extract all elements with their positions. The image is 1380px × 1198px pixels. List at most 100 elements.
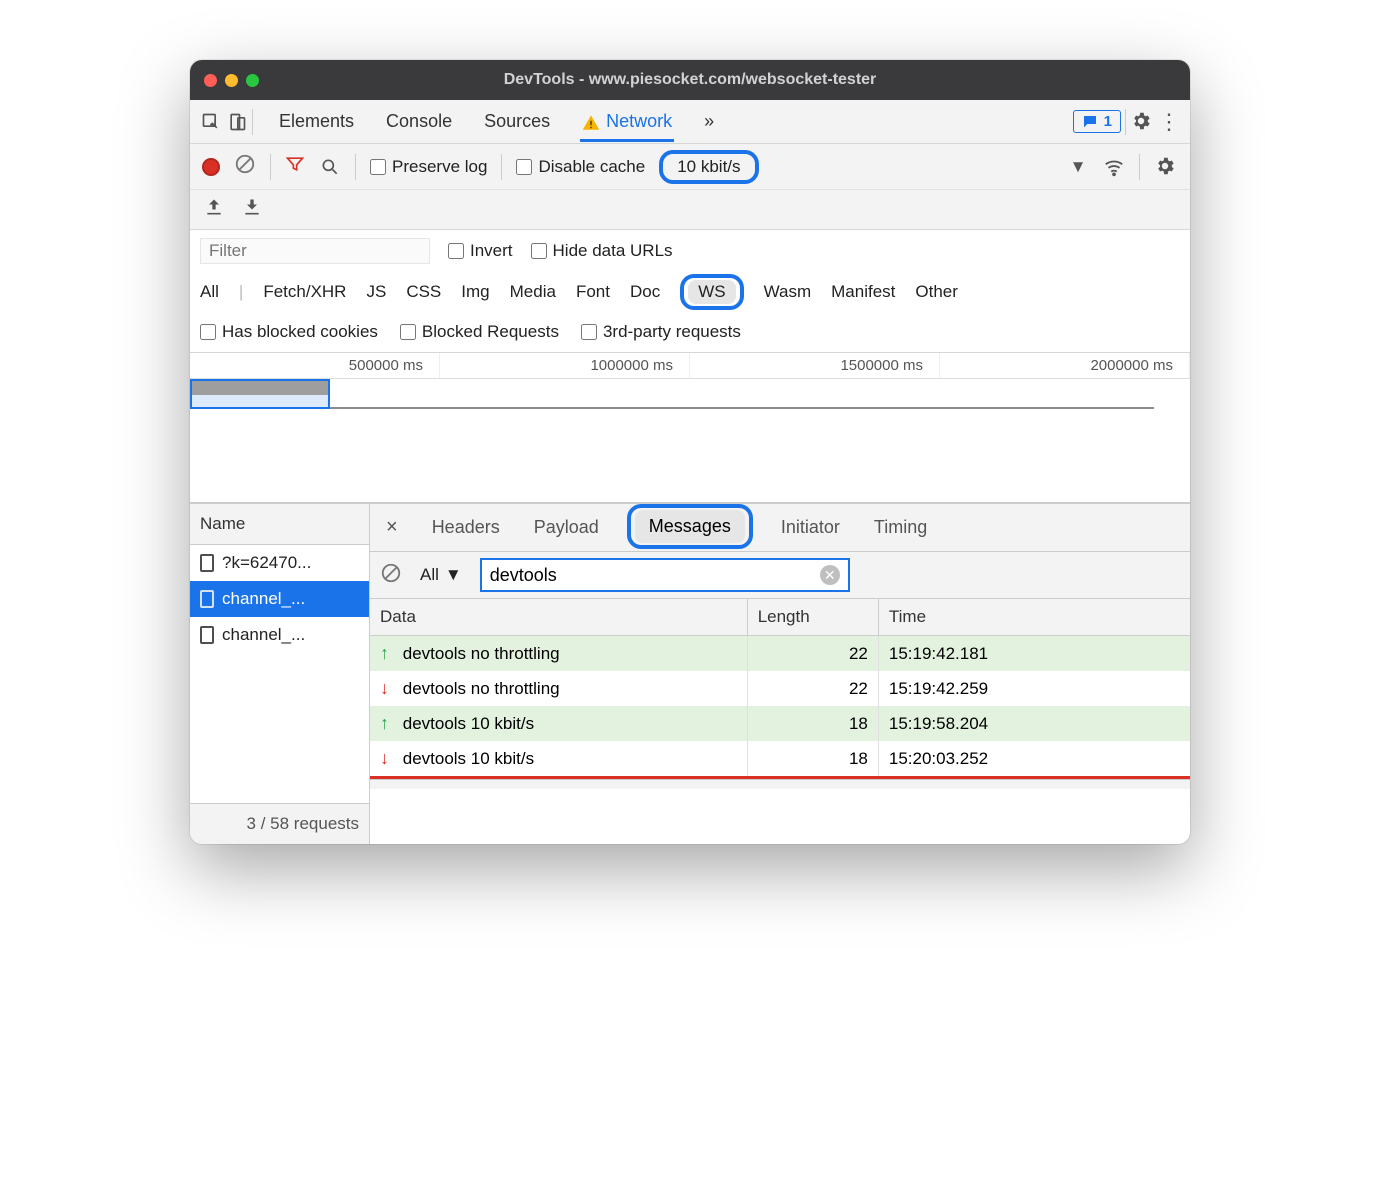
type-css[interactable]: CSS	[406, 282, 441, 302]
message-search-input[interactable]	[490, 565, 820, 586]
clear-messages-button[interactable]	[380, 562, 402, 589]
disable-cache-checkbox[interactable]: Disable cache	[516, 157, 645, 177]
third-party-label: 3rd-party requests	[603, 322, 741, 342]
blocked-cookies-label: Has blocked cookies	[222, 322, 378, 342]
clear-search-icon[interactable]: ✕	[820, 565, 840, 585]
separator	[1139, 154, 1140, 180]
more-tabs-button[interactable]: »	[702, 101, 716, 142]
close-detail-button[interactable]: ×	[380, 516, 404, 539]
import-har-icon[interactable]	[242, 197, 262, 222]
chevron-down-icon: ▼	[445, 565, 462, 585]
filter-toggle-icon[interactable]	[285, 154, 305, 179]
search-icon[interactable]	[319, 156, 341, 178]
type-font[interactable]: Font	[576, 282, 610, 302]
throttling-select[interactable]: 10 kbit/s	[659, 150, 758, 184]
tab-timing[interactable]: Timing	[868, 507, 933, 548]
request-name: channel_...	[222, 625, 305, 645]
request-count-status: 3 / 58 requests	[190, 803, 369, 844]
tab-sources[interactable]: Sources	[482, 101, 552, 142]
inspect-element-icon[interactable]	[200, 111, 222, 133]
request-row[interactable]: channel_...	[190, 617, 369, 653]
arrow-up-icon: ↑	[380, 643, 398, 664]
filter-bar: Invert Hide data URLs All | Fetch/XHR JS…	[190, 230, 1190, 353]
type-all[interactable]: All	[200, 282, 219, 302]
separator	[501, 154, 502, 180]
disable-cache-label: Disable cache	[538, 157, 645, 177]
blocked-requests-checkbox[interactable]: Blocked Requests	[400, 322, 559, 342]
separator	[355, 154, 356, 180]
tab-network-label: Network	[606, 111, 672, 132]
message-row[interactable]: ↑ devtools no throttling2215:19:42.181	[370, 636, 1190, 672]
preserve-log-label: Preserve log	[392, 157, 487, 177]
feedback-button[interactable]: 1	[1073, 110, 1121, 133]
network-split: Name ?k=62470... channel_... channel_...…	[190, 503, 1190, 844]
message-row[interactable]: ↓ devtools 10 kbit/s1815:20:03.252	[370, 741, 1190, 776]
type-wasm[interactable]: Wasm	[764, 282, 812, 302]
type-manifest[interactable]: Manifest	[831, 282, 895, 302]
message-data: devtools no throttling	[403, 644, 560, 663]
col-length[interactable]: Length	[747, 599, 878, 636]
preserve-log-checkbox[interactable]: Preserve log	[370, 157, 487, 177]
tab-headers[interactable]: Headers	[426, 507, 506, 548]
device-toolbar-icon[interactable]	[226, 111, 248, 133]
third-party-checkbox[interactable]: 3rd-party requests	[581, 322, 741, 342]
request-row[interactable]: ?k=62470...	[190, 545, 369, 581]
hide-data-urls-checkbox[interactable]: Hide data URLs	[531, 241, 673, 261]
settings-icon[interactable]	[1130, 110, 1154, 134]
timeline-overview[interactable]: 500000 ms 1000000 ms 1500000 ms 2000000 …	[190, 353, 1190, 503]
message-search[interactable]: ✕	[480, 558, 850, 592]
type-other[interactable]: Other	[915, 282, 958, 302]
detail-tabs: × Headers Payload Messages Initiator Tim…	[370, 504, 1190, 552]
panel-tabs: Elements Console Sources Network »	[277, 101, 716, 142]
tab-initiator[interactable]: Initiator	[775, 507, 846, 548]
message-time: 15:19:58.204	[878, 706, 1190, 741]
blocked-cookies-checkbox[interactable]: Has blocked cookies	[200, 322, 378, 342]
wifi-icon[interactable]	[1103, 156, 1125, 178]
messages-table: Data Length Time ↑ devtools no throttlin…	[370, 599, 1190, 776]
har-toolbar	[190, 190, 1190, 230]
hide-data-urls-label: Hide data URLs	[553, 241, 673, 261]
tab-network[interactable]: Network	[580, 101, 674, 142]
tab-messages-label: Messages	[635, 510, 745, 543]
tab-console[interactable]: Console	[384, 101, 454, 142]
message-time: 15:19:42.259	[878, 671, 1190, 706]
type-doc[interactable]: Doc	[630, 282, 660, 302]
message-type-select[interactable]: All ▼	[410, 565, 472, 585]
timeline-ticks: 500000 ms 1000000 ms 1500000 ms 2000000 …	[190, 353, 1190, 379]
request-row[interactable]: channel_...	[190, 581, 369, 617]
network-settings-icon[interactable]	[1154, 155, 1178, 179]
type-img[interactable]: Img	[461, 282, 489, 302]
network-toolbar: Preserve log Disable cache 10 kbit/s ▼	[190, 144, 1190, 190]
type-js[interactable]: JS	[366, 282, 386, 302]
message-type-label: All	[420, 565, 439, 585]
request-detail: × Headers Payload Messages Initiator Tim…	[370, 504, 1190, 844]
more-menu-icon[interactable]: ⋮	[1158, 111, 1180, 133]
message-data: devtools 10 kbit/s	[403, 714, 534, 733]
message-length: 22	[747, 636, 878, 672]
clear-button[interactable]	[234, 153, 256, 180]
invert-checkbox[interactable]: Invert	[448, 241, 513, 261]
col-data[interactable]: Data	[370, 599, 747, 636]
type-ws-highlighted[interactable]: WS	[680, 274, 743, 310]
message-time: 15:20:03.252	[878, 741, 1190, 776]
type-fetch-xhr[interactable]: Fetch/XHR	[263, 282, 346, 302]
message-data: devtools 10 kbit/s	[403, 749, 534, 768]
tab-messages[interactable]: Messages	[627, 504, 753, 549]
export-har-icon[interactable]	[204, 197, 224, 222]
type-filters: All | Fetch/XHR JS CSS Img Media Font Do…	[200, 268, 1180, 316]
devtools-window: DevTools - www.piesocket.com/websocket-t…	[190, 60, 1190, 844]
type-media[interactable]: Media	[510, 282, 556, 302]
timeline-data-bar	[192, 381, 328, 395]
record-button[interactable]	[202, 158, 220, 176]
col-time[interactable]: Time	[878, 599, 1190, 636]
throttling-dropdown-icon[interactable]: ▼	[1067, 156, 1089, 178]
message-row[interactable]: ↓ devtools no throttling2215:19:42.259	[370, 671, 1190, 706]
separator	[252, 109, 253, 135]
arrow-down-icon: ↓	[380, 678, 398, 699]
message-row[interactable]: ↑ devtools 10 kbit/s1815:19:58.204	[370, 706, 1190, 741]
tab-payload[interactable]: Payload	[528, 507, 605, 548]
filter-input[interactable]	[200, 238, 430, 264]
tab-elements[interactable]: Elements	[277, 101, 356, 142]
request-list-header: Name	[190, 504, 369, 545]
file-icon	[200, 554, 214, 572]
